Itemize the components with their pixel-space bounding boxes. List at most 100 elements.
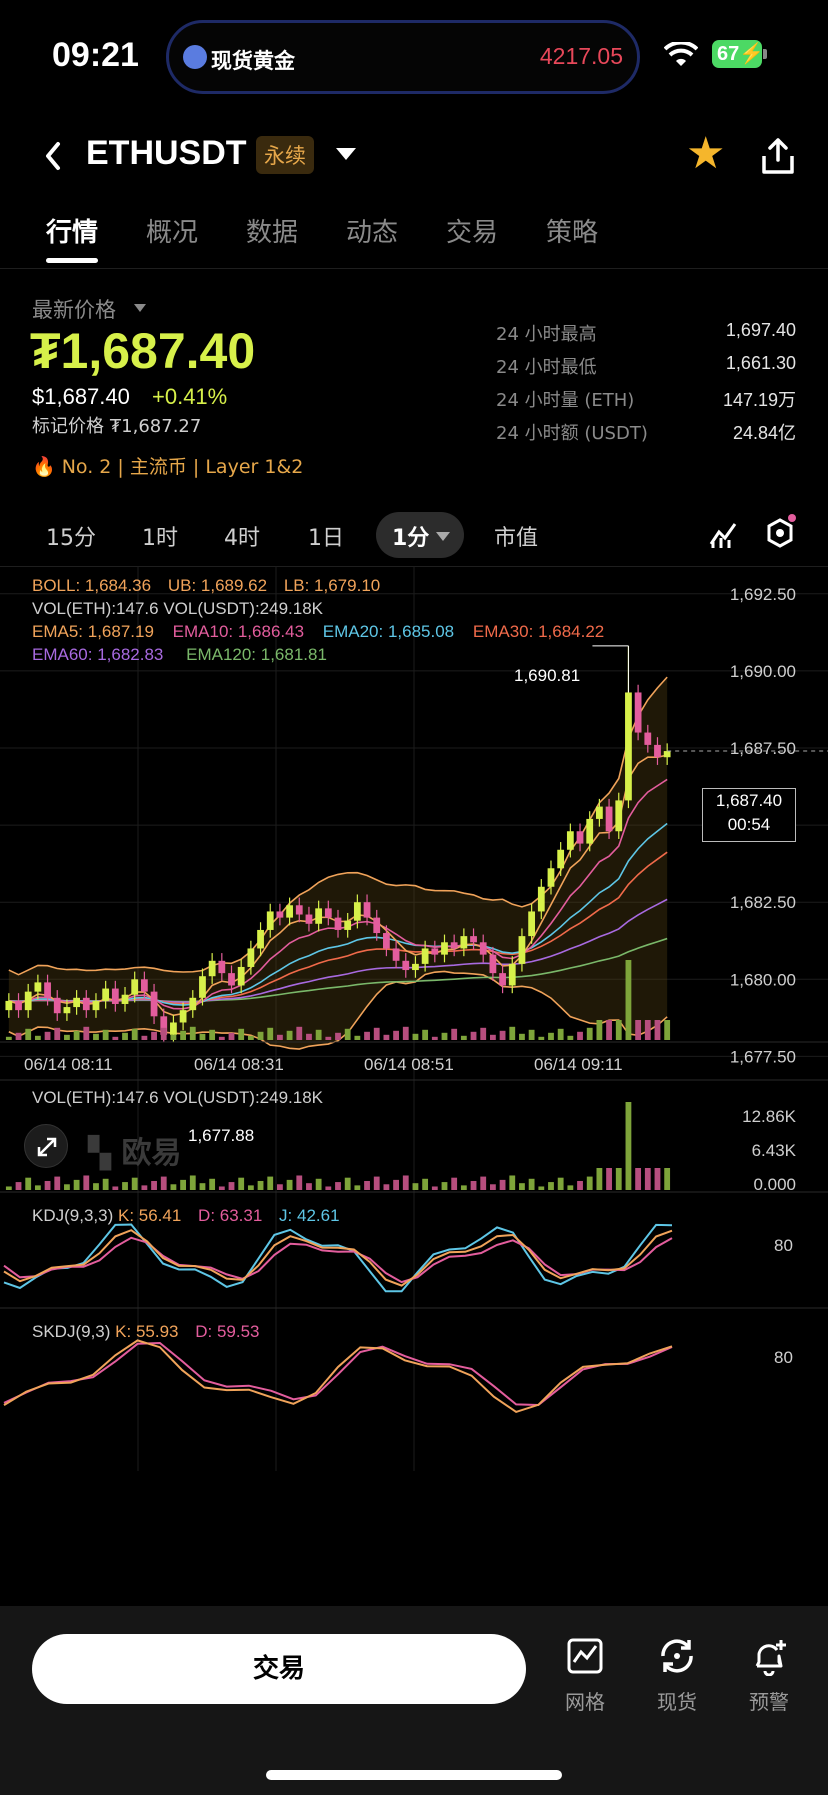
volume-pane-bar: [199, 1183, 206, 1190]
interval-1d[interactable]: 1日: [308, 520, 344, 552]
chart-svg[interactable]: 1,692.501,690.001,687.501,685.001,682.50…: [0, 566, 828, 1606]
candle-body: [441, 942, 448, 955]
status-time: 09:21: [52, 36, 139, 74]
volume-bar: [141, 1035, 148, 1040]
candle-body: [5, 1000, 13, 1011]
candle-body: [596, 806, 603, 819]
candle-body: [363, 902, 371, 918]
alert-tool-button[interactable]: 预警: [734, 1636, 804, 1715]
settings-hex-icon[interactable]: [764, 514, 796, 552]
volume-pane-bar: [373, 1176, 380, 1190]
candle-body: [489, 954, 497, 974]
mark-price: 标记价格 ₮1,687.27: [32, 416, 202, 437]
volume-bar: [257, 1031, 264, 1040]
volume-bar: [489, 1034, 496, 1040]
volume-pane-bar: [528, 1178, 535, 1190]
share-icon[interactable]: [760, 136, 796, 176]
candle-body: [499, 973, 506, 986]
candle-body: [460, 936, 468, 949]
volume-pane-bar: [354, 1185, 361, 1190]
high-marker: 1,690.81: [514, 666, 581, 685]
candle-body: [44, 982, 51, 998]
tab-overview[interactable]: 概况: [146, 212, 198, 249]
x-tick-label: 06/14 08:11: [24, 1055, 113, 1074]
chevron-down-icon[interactable]: [336, 148, 356, 160]
volume-pane-bar: [25, 1177, 32, 1190]
volume-pane-bar: [606, 1168, 612, 1190]
volume-bar: [247, 1035, 254, 1040]
tab-market[interactable]: 行情: [46, 212, 98, 249]
interval-bar: 15分 1时 4时 1日 1分 市值: [0, 512, 828, 558]
divider: [0, 268, 828, 269]
volume-pane-bar: [151, 1180, 157, 1190]
kline-chart[interactable]: 1,692.501,690.001,687.501,685.001,682.50…: [0, 566, 828, 1606]
interval-1h[interactable]: 1时: [142, 520, 178, 552]
volume-pane-bar: [509, 1175, 516, 1190]
volume-pane-bar: [286, 1179, 293, 1190]
volume-bar: [131, 1028, 138, 1040]
fullscreen-button[interactable]: [24, 1124, 68, 1168]
candle-body: [179, 1010, 187, 1023]
spot-tool-button[interactable]: 现货: [642, 1636, 712, 1715]
candle-body: [237, 966, 245, 986]
back-icon[interactable]: [38, 136, 68, 176]
tab-strategy[interactable]: 策略: [546, 212, 598, 249]
volume-bar: [112, 1036, 119, 1040]
candle-body: [353, 902, 361, 921]
okx-logo-icon: ▚: [88, 1136, 112, 1171]
grid-tool-button[interactable]: 网格: [550, 1636, 620, 1715]
volume-pane-bar: [422, 1178, 429, 1190]
candle-body: [218, 960, 226, 974]
volume-bar: [73, 1030, 80, 1040]
candle-body: [605, 806, 613, 832]
price-label[interactable]: 最新价格: [32, 294, 116, 324]
volume-bar: [654, 1020, 661, 1040]
kdj-label: KDJ(9,3,3): [32, 1206, 114, 1225]
favorite-star-icon[interactable]: ★: [686, 132, 725, 176]
candle-body: [34, 982, 42, 992]
spot-swap-icon: [661, 1639, 693, 1673]
volume-bar: [315, 1029, 322, 1040]
candle-body: [547, 868, 555, 887]
interval-caret-icon[interactable]: [436, 532, 450, 541]
candle-body: [392, 948, 400, 961]
caret-down-icon[interactable]: [134, 304, 146, 312]
interval-15m[interactable]: 15分: [46, 520, 96, 552]
ema60-value: EMA60: 1,682.83: [32, 645, 164, 664]
symbol-title[interactable]: ETHUSDT: [86, 134, 247, 173]
volume-pane-bar: [93, 1183, 99, 1190]
rank-tags[interactable]: 🔥 No. 2 | 主流币 | Layer 1&2: [32, 452, 303, 479]
volume-bar: [344, 1028, 351, 1040]
tab-data[interactable]: 数据: [246, 212, 298, 249]
current-price-tag[interactable]: 1,687.40 00:54: [702, 788, 796, 842]
tab-trade[interactable]: 交易: [446, 212, 498, 249]
volume-bar: [325, 1036, 332, 1040]
volume-pane-bar: [557, 1177, 564, 1190]
volume-pane-bar: [122, 1182, 128, 1190]
alert-bell-icon: [755, 1640, 786, 1677]
candle-countdown: 00:54: [727, 815, 771, 834]
volume-bar: [451, 1028, 458, 1040]
interval-1m[interactable]: 1分: [392, 520, 429, 552]
tab-news[interactable]: 动态: [346, 212, 398, 249]
section-tabs: 行情 概况 数据 动态 交易 策略: [0, 212, 828, 262]
last-price: ₮1,687.40: [30, 323, 256, 379]
volume-pane-bar: [635, 1168, 642, 1190]
interval-4h[interactable]: 4时: [224, 520, 260, 552]
volume-bar: [122, 1032, 128, 1040]
home-indicator: [266, 1770, 562, 1780]
volume-bar: [393, 1030, 399, 1040]
volume-pane-bar: [519, 1183, 525, 1190]
interval-market-cap[interactable]: 市值: [494, 520, 538, 552]
perpetual-badge: 永续: [256, 136, 314, 174]
candle-body: [315, 908, 323, 924]
volume-pane-bar: [277, 1184, 283, 1190]
volume-pane-bar: [344, 1177, 351, 1190]
trade-button[interactable]: 交易: [32, 1634, 526, 1704]
volume-pane-bar: [112, 1186, 119, 1190]
volume-bar: [83, 1026, 90, 1040]
24h-stats: 24 小时最高 1,697.40 24 小时最低 1,661.30 24 小时量 (…: [496, 320, 796, 452]
indicator-icon[interactable]: [708, 518, 738, 550]
volume-pane-bar: [131, 1177, 138, 1190]
dynamic-island-ticker[interactable]: 现货黄金 4217.05: [166, 20, 640, 94]
